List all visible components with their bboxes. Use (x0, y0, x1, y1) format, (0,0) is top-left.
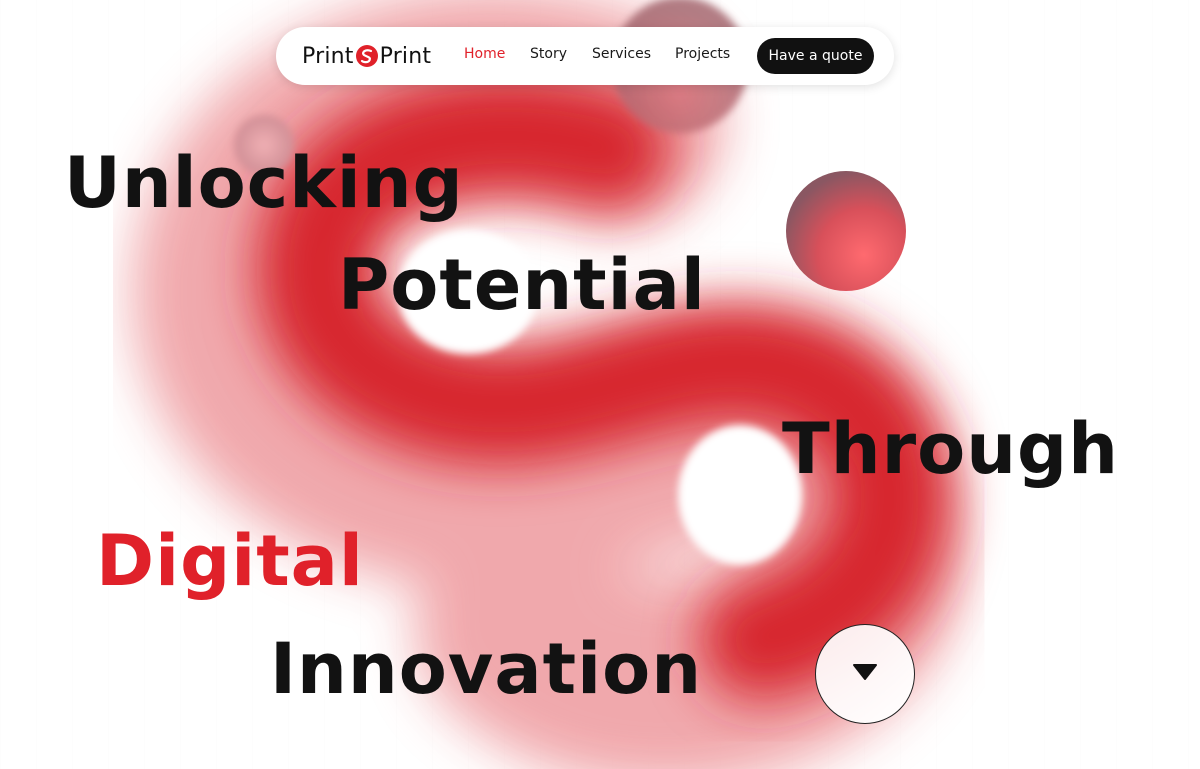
hero-line-potential: Potential (338, 244, 706, 326)
top-navigation: Print Print Home Story Services Projects… (276, 27, 894, 85)
nav-link-story[interactable]: Story (530, 46, 567, 62)
have-a-quote-button[interactable]: Have a quote (757, 38, 874, 74)
brand-name-left: Print (302, 43, 354, 69)
s-swoosh-icon (355, 44, 379, 68)
hero-line-unlocking: Unlocking (64, 142, 464, 224)
brand-name-right: Print (379, 43, 432, 69)
hero-section: Print Print Home Story Services Projects… (0, 0, 1200, 769)
nav-link-home[interactable]: Home (464, 46, 505, 62)
hero-line-digital: Digital (96, 520, 364, 602)
hero-line-through: Through (782, 408, 1119, 490)
nav-link-projects[interactable]: Projects (675, 46, 730, 62)
hero-line-innovation: Innovation (270, 628, 703, 710)
scroll-down-button[interactable] (815, 624, 915, 724)
brand-logo[interactable]: Print Print (302, 41, 431, 71)
nav-link-services[interactable]: Services (592, 46, 651, 62)
triangle-down-icon (852, 663, 878, 685)
